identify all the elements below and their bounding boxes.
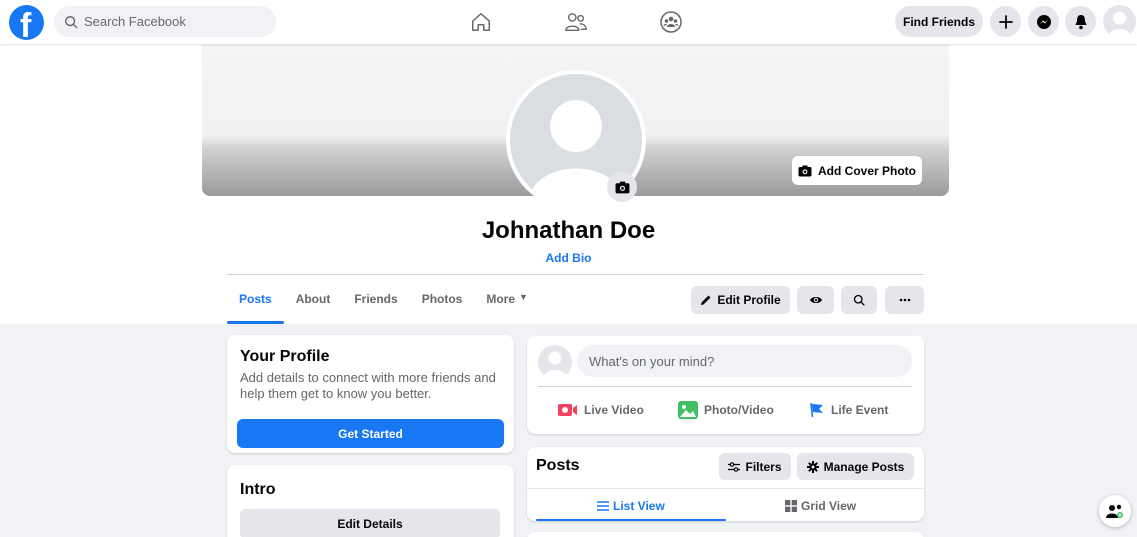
grid-view-label: Grid View bbox=[801, 499, 857, 513]
view-as-button[interactable] bbox=[797, 286, 834, 314]
list-view-label: List View bbox=[613, 499, 665, 513]
friends-icon[interactable] bbox=[561, 8, 591, 36]
profile-search-button[interactable] bbox=[841, 286, 877, 314]
eye-icon bbox=[809, 297, 822, 303]
more-options-button[interactable] bbox=[885, 286, 924, 314]
tab-about[interactable]: About bbox=[284, 284, 343, 324]
get-started-button[interactable]: Get Started bbox=[237, 419, 504, 448]
contacts-icon bbox=[1106, 504, 1123, 518]
posts-title: Posts bbox=[536, 457, 580, 474]
life-event-flag-icon bbox=[810, 402, 823, 418]
update-profile-picture-button[interactable] bbox=[607, 172, 637, 202]
list-icon bbox=[597, 501, 609, 511]
header-divider bbox=[227, 274, 924, 275]
live-video-button[interactable]: Live Video bbox=[558, 399, 644, 421]
live-video-label: Live Video bbox=[584, 403, 644, 417]
search-box[interactable] bbox=[54, 6, 276, 37]
gear-icon bbox=[806, 460, 819, 473]
filters-label: Filters bbox=[745, 459, 782, 474]
photo-video-label: Photo/Video bbox=[704, 403, 774, 417]
caret-down-icon: ▼ bbox=[519, 292, 528, 302]
next-post-card bbox=[527, 532, 924, 537]
tab-friends[interactable]: Friends bbox=[342, 284, 409, 324]
top-navigation-bar: f Find Friends bbox=[0, 0, 1137, 44]
find-friends-button[interactable]: Find Friends bbox=[895, 6, 983, 37]
your-profile-card: Your Profile Add details to connect with… bbox=[227, 335, 514, 453]
active-view-indicator bbox=[536, 519, 726, 521]
whats-on-your-mind-input[interactable]: What's on your mind? bbox=[577, 345, 912, 377]
camera-icon bbox=[615, 181, 629, 193]
search-icon bbox=[853, 294, 865, 306]
post-composer: What's on your mind? Live Video Photo/Vi… bbox=[527, 336, 924, 434]
edit-profile-button[interactable]: Edit Profile bbox=[691, 286, 790, 314]
plus-icon[interactable] bbox=[990, 6, 1021, 37]
tab-label: Posts bbox=[239, 292, 272, 306]
add-cover-photo-label: Add Cover Photo bbox=[818, 163, 916, 178]
photo-video-icon bbox=[678, 401, 698, 419]
tab-label: Friends bbox=[354, 292, 398, 306]
tab-label: More bbox=[486, 292, 516, 306]
your-profile-title: Your Profile bbox=[240, 348, 330, 365]
tab-label: About bbox=[295, 292, 331, 306]
tab-posts[interactable]: Posts bbox=[227, 284, 284, 324]
edit-profile-label: Edit Profile bbox=[717, 293, 781, 307]
facebook-logo[interactable]: f bbox=[9, 5, 44, 40]
life-event-label: Life Event bbox=[831, 403, 889, 417]
notifications-icon[interactable] bbox=[1065, 6, 1096, 37]
camera-icon bbox=[798, 165, 812, 176]
messenger-icon[interactable] bbox=[1028, 6, 1059, 37]
facebook-logo-letter: f bbox=[20, 7, 32, 40]
add-bio-link[interactable]: Add Bio bbox=[0, 251, 1137, 265]
grid-view-tab[interactable]: Grid View bbox=[785, 496, 856, 516]
account-avatar[interactable] bbox=[1103, 5, 1136, 38]
manage-posts-button[interactable]: Manage Posts bbox=[797, 453, 914, 480]
grid-icon bbox=[785, 500, 797, 512]
tab-more[interactable]: More ▼ bbox=[474, 284, 540, 324]
search-input[interactable] bbox=[84, 14, 264, 29]
new-message-button[interactable] bbox=[1099, 495, 1131, 527]
profile-header: Add Cover Photo Johnathan Doe Add Bio Po… bbox=[0, 44, 1137, 324]
groups-icon[interactable] bbox=[656, 8, 686, 36]
intro-title: Intro bbox=[240, 481, 276, 498]
intro-card: Intro Edit Details bbox=[227, 465, 514, 537]
tab-photos[interactable]: Photos bbox=[410, 284, 475, 324]
your-profile-text: Add details to connect with more friends… bbox=[240, 370, 496, 401]
pencil-icon bbox=[701, 295, 711, 305]
home-icon[interactable] bbox=[466, 8, 496, 36]
add-cover-photo-button[interactable]: Add Cover Photo bbox=[792, 156, 922, 185]
list-view-tab[interactable]: List View bbox=[597, 496, 665, 516]
ellipsis-icon bbox=[899, 298, 910, 302]
life-event-button[interactable]: Life Event bbox=[809, 399, 888, 421]
tab-label: Photos bbox=[421, 292, 463, 306]
posts-panel: Posts Filters Manage Posts List View Gri… bbox=[527, 447, 924, 521]
edit-details-button[interactable]: Edit Details bbox=[240, 509, 500, 537]
profile-name: Johnathan Doe bbox=[481, 217, 656, 244]
profile-tabs: Posts About Friends Photos More ▼ bbox=[227, 284, 540, 324]
filters-icon bbox=[728, 461, 741, 472]
posts-panel-divider bbox=[527, 488, 924, 489]
filters-button[interactable]: Filters bbox=[719, 453, 791, 480]
manage-posts-label: Manage Posts bbox=[823, 459, 905, 474]
live-video-icon bbox=[558, 404, 577, 416]
avatar[interactable] bbox=[538, 345, 572, 379]
composer-divider bbox=[538, 386, 912, 387]
photo-video-button[interactable]: Photo/Video bbox=[678, 399, 774, 421]
search-icon bbox=[65, 15, 78, 28]
